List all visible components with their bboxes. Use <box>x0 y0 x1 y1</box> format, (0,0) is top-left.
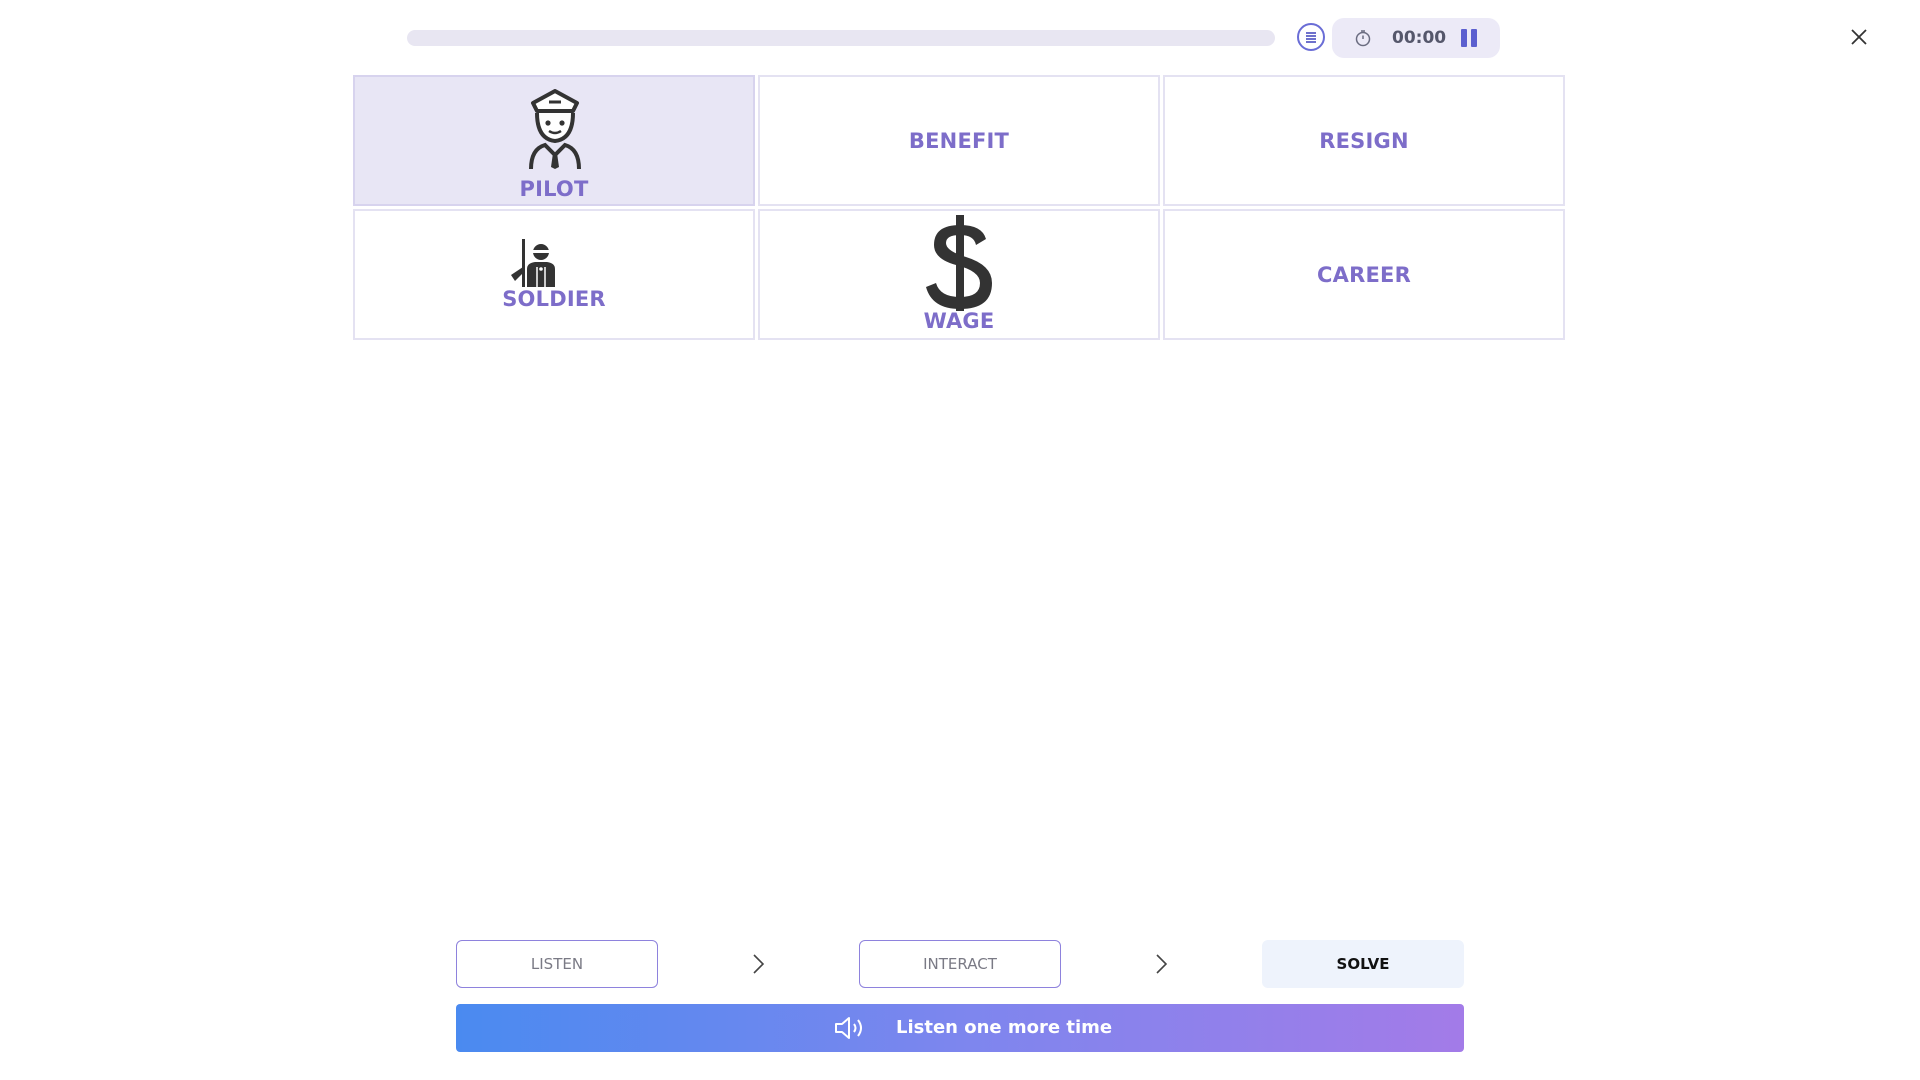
step-interact[interactable]: INTERACT <box>859 940 1061 988</box>
list-icon[interactable] <box>1297 23 1325 51</box>
pilot-icon <box>529 89 581 170</box>
chevron-right-icon <box>753 954 765 974</box>
close-icon[interactable] <box>1846 24 1872 50</box>
stopwatch-icon <box>1355 30 1371 47</box>
progress-bar <box>407 30 1275 46</box>
card-label: PILOT <box>519 177 589 201</box>
card-label: BENEFIT <box>908 129 1010 153</box>
soldier-icon <box>511 239 555 287</box>
card-label: RESIGN <box>1319 129 1409 153</box>
word-card-wage[interactable]: WAGE <box>758 209 1160 340</box>
word-card-soldier[interactable]: SOLDIER <box>353 209 755 340</box>
top-bar: 00:00 <box>0 0 1920 70</box>
word-card-career[interactable]: CAREER <box>1163 209 1565 340</box>
card-label: WAGE <box>923 309 995 333</box>
timer-text: 00:00 <box>1392 28 1447 48</box>
dollar-icon <box>926 215 992 311</box>
step-indicator: LISTEN INTERACT SOLVE <box>456 940 1464 988</box>
step-solve[interactable]: SOLVE <box>1262 940 1464 988</box>
card-label: SOLDIER <box>502 287 606 311</box>
pause-button[interactable] <box>1459 29 1479 47</box>
word-grid: PILOT BENEFIT RESIGN SOLDIER WAGE CAREER <box>353 75 1567 343</box>
chevron-right-icon <box>1156 954 1168 974</box>
word-card-resign[interactable]: RESIGN <box>1163 75 1565 206</box>
listen-again-button[interactable]: Listen one more time <box>456 1004 1464 1052</box>
speaker-icon <box>835 1017 862 1039</box>
word-card-pilot[interactable]: PILOT <box>353 75 755 206</box>
pause-icon <box>1461 29 1467 47</box>
card-label: CAREER <box>1317 263 1411 287</box>
listen-again-label: Listen one more time <box>896 1017 1113 1038</box>
word-card-benefit[interactable]: BENEFIT <box>758 75 1160 206</box>
timer: 00:00 <box>1332 18 1500 58</box>
step-listen[interactable]: LISTEN <box>456 940 658 988</box>
